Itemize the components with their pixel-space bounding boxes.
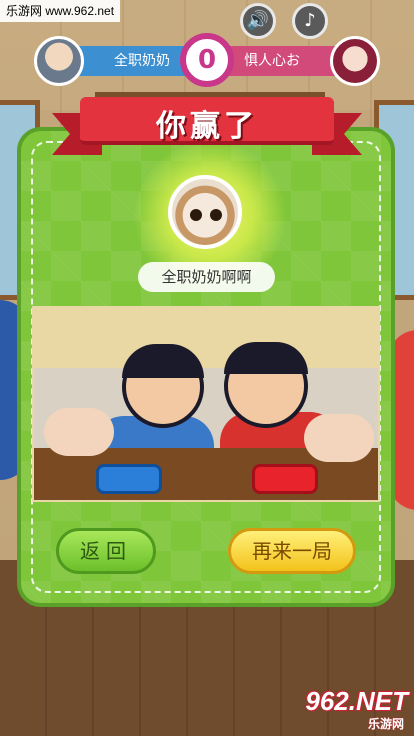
watermark-logo: 962.NET: [305, 686, 408, 716]
music-note-icon[interactable]: ♪: [292, 3, 328, 39]
scene-hand-left: [44, 408, 114, 456]
scene-blue-button: [96, 464, 162, 494]
back-button[interactable]: 返回: [56, 528, 156, 574]
scene-character-right: [224, 342, 308, 428]
scene-character-left: [122, 344, 204, 428]
scene-wall: [34, 308, 378, 368]
play-again-button[interactable]: 再来一局: [228, 528, 356, 574]
score-badge: 0: [180, 33, 234, 87]
result-illustration: [32, 306, 380, 502]
scene-hand-right: [304, 414, 374, 462]
watermark-caption: 乐游网: [367, 717, 404, 731]
watermark-bottom: 962.NET 乐游网: [284, 686, 410, 732]
winner-avatar: [168, 175, 242, 249]
avatar-eye-left: [190, 209, 202, 221]
player-left-avatar: [34, 36, 84, 86]
avatar-eye-right: [210, 209, 222, 221]
winner-name: 全职奶奶啊啊: [138, 262, 275, 292]
dialog-title: 你赢了: [156, 109, 258, 144]
speaker-icon[interactable]: 🔊: [240, 3, 276, 39]
title-ribbon: 你赢了: [52, 97, 362, 157]
watermark-top: 乐游网 www.962.net: [0, 0, 121, 22]
player-right-avatar: [330, 36, 380, 86]
scene-red-button: [252, 464, 318, 494]
